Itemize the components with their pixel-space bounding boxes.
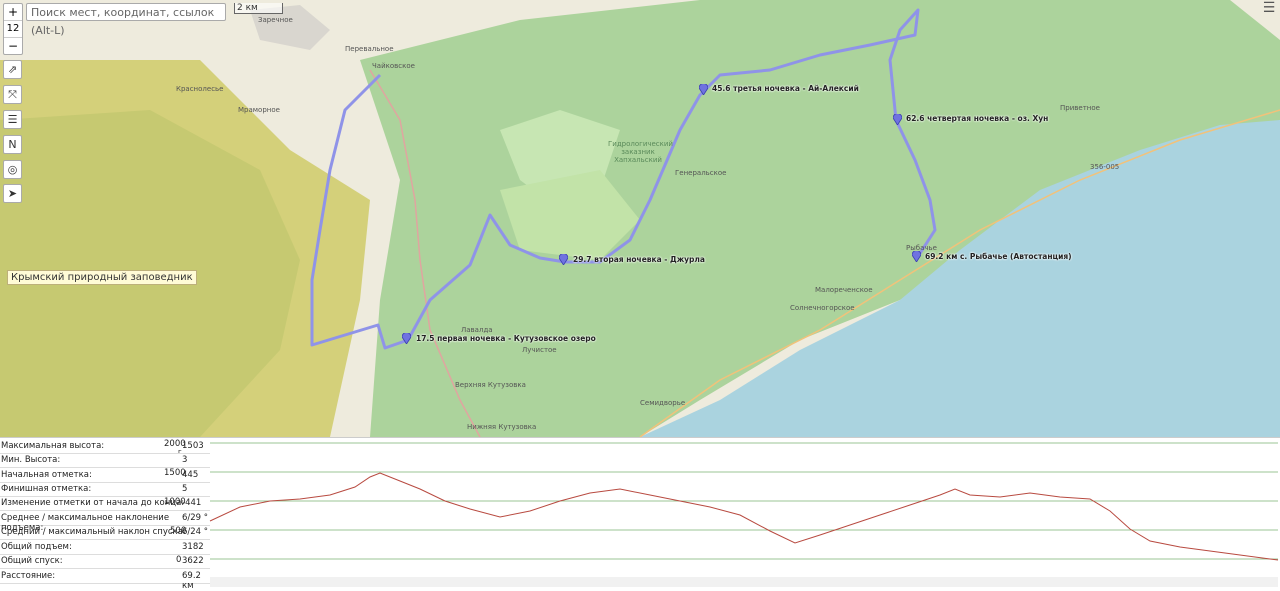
elevation-line bbox=[209, 472, 1279, 561]
place-label: 356-005 bbox=[1090, 163, 1120, 171]
stat-value: 6/29 ° bbox=[182, 513, 209, 523]
place-label: Солнечногорское bbox=[790, 304, 855, 312]
stat-row: Начальная отметка: 445 bbox=[0, 468, 210, 483]
waypoint-label: 17.5 первая ночевка - Кутузовское озеро bbox=[416, 334, 596, 343]
scale-bar: 2 км bbox=[234, 3, 283, 14]
stat-value: 5 bbox=[182, 484, 188, 494]
waypoint-marker-icon[interactable] bbox=[699, 84, 708, 95]
stat-value: 3182 bbox=[182, 542, 204, 552]
place-label: Заречное bbox=[258, 16, 293, 24]
stat-value: 3622 bbox=[182, 556, 204, 566]
waypoint-marker-icon[interactable] bbox=[402, 333, 411, 344]
stat-label: Общий спуск: bbox=[1, 556, 63, 566]
stat-row: Средний / максимальный наклон спуска: 6/2… bbox=[0, 525, 210, 540]
search-input[interactable]: Поиск мест, координат, ссылок (Alt-L) bbox=[26, 3, 226, 37]
place-label: Генеральское bbox=[675, 169, 727, 177]
stat-row: Расстояние: 69.2 км bbox=[0, 569, 210, 591]
locate-icon[interactable]: ➤ bbox=[3, 184, 22, 203]
map-canvas bbox=[0, 0, 1280, 437]
stat-value: -441 bbox=[182, 498, 202, 508]
place-label: Верхняя Кутузовка bbox=[455, 381, 526, 389]
stat-row: Изменение отметки от начала до конца: -44… bbox=[0, 496, 210, 511]
place-label: Мраморное bbox=[238, 106, 280, 114]
stat-value: 3 bbox=[182, 455, 188, 465]
reserve-label[interactable]: Крымский природный заповедник bbox=[7, 270, 197, 285]
stat-label: Финишная отметка: bbox=[1, 484, 92, 494]
measure-icon[interactable]: ⤧ bbox=[3, 85, 22, 104]
zoom-control: + 12 − bbox=[3, 3, 23, 55]
profile-gridlines bbox=[210, 442, 1278, 560]
stat-row: Общий подъем: 3182 bbox=[0, 540, 210, 555]
compass-icon[interactable]: ◎ bbox=[3, 160, 22, 179]
stat-value: 69.2 км bbox=[182, 571, 201, 591]
waypoint-marker-icon[interactable] bbox=[893, 114, 902, 125]
stat-label: Мин. Высота: bbox=[1, 455, 61, 465]
stat-row: Общий спуск: 3622 bbox=[0, 554, 210, 569]
waypoint-label: 62.6 четвертая ночевка - оз. Хун bbox=[906, 114, 1049, 123]
place-label: Лавалда bbox=[461, 326, 493, 334]
profile-scrollbar[interactable] bbox=[210, 577, 1278, 587]
stat-label: Средний / максимальный наклон спуска: bbox=[1, 527, 186, 537]
place-label: Лучистое bbox=[522, 346, 557, 354]
waypoint-label: 45.6 третья ночевка - Ай-Алексий bbox=[712, 84, 859, 93]
map[interactable]: + 12 − Поиск мест, координат, ссылок (Al… bbox=[0, 0, 1280, 437]
coordinates-icon[interactable]: N bbox=[3, 135, 22, 154]
stat-row: Финишная отметка: 5 bbox=[0, 482, 210, 497]
stat-label: Изменение отметки от начала до конца: bbox=[1, 498, 185, 508]
layers-icon[interactable]: ☰ bbox=[1260, 0, 1278, 16]
stat-label: Начальная отметка: bbox=[1, 470, 92, 480]
stat-row: Максимальная высота: 1503 bbox=[0, 439, 210, 454]
place-label: Перевальное bbox=[345, 45, 394, 53]
stat-label: Расстояние: bbox=[1, 571, 56, 581]
track-list-icon[interactable]: ☰ bbox=[3, 110, 22, 129]
stat-value: 445 bbox=[182, 470, 199, 480]
stat-label: Максимальная высота: bbox=[1, 441, 105, 451]
stat-value: 6/24 ° bbox=[182, 527, 209, 537]
place-label: Приветное bbox=[1060, 104, 1100, 112]
elevation-stats-panel: 2000 г. 1500 1000 500 0 Максимальная выс… bbox=[0, 437, 210, 591]
waypoint-label: 29.7 вторая ночевка - Джурла bbox=[573, 255, 705, 264]
waypoint-label: 69.2 км с. Рыбачье (Автостанция) bbox=[925, 252, 1072, 261]
zoom-out-button[interactable]: − bbox=[4, 38, 22, 54]
place-label: Чайковское bbox=[372, 62, 415, 70]
place-label: Гидрологический заказник Хапхальский bbox=[608, 140, 673, 164]
stat-value: 1503 bbox=[182, 441, 204, 451]
place-label: Нижняя Кутузовка bbox=[467, 423, 537, 431]
stat-label: Общий подъем: bbox=[1, 542, 72, 552]
zoom-in-button[interactable]: + bbox=[4, 4, 22, 20]
share-icon[interactable]: ⇗ bbox=[3, 60, 22, 79]
waypoint-marker-icon[interactable] bbox=[912, 251, 921, 262]
stat-row: Среднее / максимальное наклонение подъем… bbox=[0, 511, 210, 533]
place-label: Краснолесье bbox=[176, 85, 224, 93]
place-label: Малореченское bbox=[815, 286, 873, 294]
place-label: Семидворье bbox=[640, 399, 686, 407]
stat-row: Мин. Высота: 3 bbox=[0, 453, 210, 468]
waypoint-marker-icon[interactable] bbox=[559, 254, 568, 265]
zoom-level: 12 bbox=[4, 20, 22, 38]
place-label: Рыбачье bbox=[906, 244, 937, 252]
